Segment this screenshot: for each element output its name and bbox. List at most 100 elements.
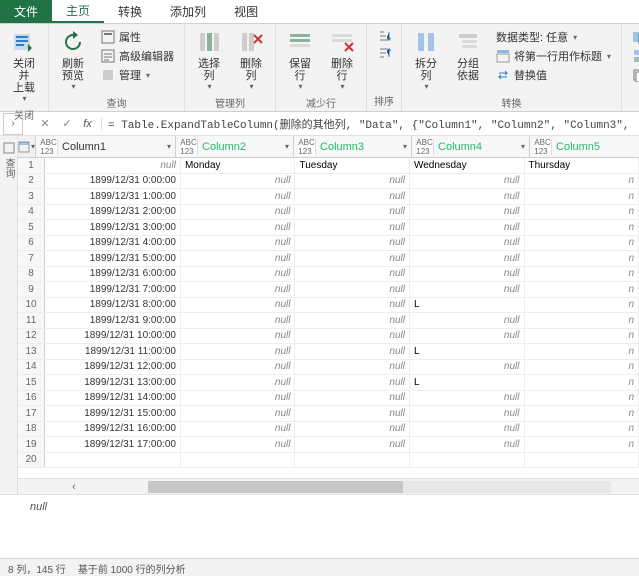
grid-cell[interactable]: n	[525, 282, 639, 297]
table-row[interactable]: 61899/12/31 4:00:00nullnullnulln	[18, 236, 639, 252]
choose-columns-button[interactable]: 选择列▾	[189, 26, 229, 93]
grid-cell[interactable]	[181, 453, 296, 468]
grid-cell[interactable]: null	[181, 422, 296, 437]
table-row[interactable]: 161899/12/31 14:00:00nullnullnulln	[18, 391, 639, 407]
row-number[interactable]: 13	[18, 344, 45, 359]
grid-cell[interactable]: null	[410, 189, 525, 204]
grid-cell[interactable]: L	[410, 375, 525, 390]
column-header-column3[interactable]: ABC123Column3▾	[294, 136, 412, 157]
keep-rows-button[interactable]: 保留行▾	[280, 26, 320, 93]
formula-commit-button[interactable]: ✓	[56, 117, 78, 130]
column-header-column5[interactable]: ABC123Column5▾	[530, 136, 639, 157]
grid-cell[interactable]: 1899/12/31 15:00:00	[45, 406, 181, 421]
grid-cell[interactable]: null	[181, 251, 296, 266]
queries-side-panel[interactable]: 查询	[0, 136, 18, 494]
grid-cell[interactable]: null	[295, 313, 410, 328]
scroll-track[interactable]	[148, 481, 611, 493]
formula-cancel-button[interactable]: ✕	[34, 117, 56, 130]
grid-cell[interactable]: null	[295, 422, 410, 437]
grid-cell[interactable]: null	[181, 189, 296, 204]
grid-cell[interactable]: null	[410, 251, 525, 266]
grid-cell[interactable]: null	[181, 220, 296, 235]
row-number[interactable]: 4	[18, 205, 45, 220]
tab-home[interactable]: 主页	[52, 0, 104, 23]
combine-files-button[interactable]: 合并文件	[628, 66, 639, 84]
grid-cell[interactable]: null	[410, 422, 525, 437]
grid-cell[interactable]: null	[181, 329, 296, 344]
grid-cell[interactable]: n	[525, 391, 639, 406]
row-number[interactable]: 11	[18, 313, 45, 328]
table-row[interactable]: 181899/12/31 16:00:00nullnullnulln	[18, 422, 639, 438]
column-header-column2[interactable]: ABC123Column2▾	[176, 136, 294, 157]
row-number[interactable]: 9	[18, 282, 45, 297]
tab-transform[interactable]: 转换	[104, 0, 156, 23]
grid-cell[interactable]: n	[525, 174, 639, 189]
grid-cell[interactable]: 1899/12/31 6:00:00	[45, 267, 181, 282]
grid-body[interactable]: 1nullMondayTuesdayWednesdayThursday21899…	[18, 158, 639, 478]
grid-cell[interactable]: null	[410, 220, 525, 235]
append-queries-button[interactable]: 追加查询▾	[628, 47, 639, 65]
grid-cell[interactable]: null	[181, 344, 296, 359]
grid-cell[interactable]: Monday	[181, 158, 296, 173]
grid-cell[interactable]: 1899/12/31 16:00:00	[45, 422, 181, 437]
queries-pane-toggle[interactable]: ›	[3, 113, 23, 135]
row-number[interactable]: 20	[18, 453, 45, 468]
grid-cell[interactable]: n	[525, 236, 639, 251]
grid-cell[interactable]: n	[525, 360, 639, 375]
table-row[interactable]: 21899/12/31 0:00:00nullnullnulln	[18, 174, 639, 190]
split-column-button[interactable]: 拆分列▾	[406, 26, 446, 93]
manage-button[interactable]: 管理▾	[97, 66, 178, 84]
table-row[interactable]: 171899/12/31 15:00:00nullnullnulln	[18, 406, 639, 422]
grid-cell[interactable]: n	[525, 298, 639, 313]
row-number[interactable]: 2	[18, 174, 45, 189]
tab-view[interactable]: 视图	[220, 0, 272, 23]
grid-cell[interactable]: n	[525, 437, 639, 452]
row-number[interactable]: 16	[18, 391, 45, 406]
sort-desc-button[interactable]	[373, 45, 395, 61]
grid-cell[interactable]: n	[525, 344, 639, 359]
scroll-left-button[interactable]: ‹	[66, 481, 82, 493]
grid-cell[interactable]: null	[295, 282, 410, 297]
table-row[interactable]: 31899/12/31 1:00:00nullnullnulln	[18, 189, 639, 205]
merge-queries-button[interactable]: 合并查询▾	[628, 28, 639, 46]
row-number[interactable]: 15	[18, 375, 45, 390]
grid-cell[interactable]: null	[410, 282, 525, 297]
data-type-button[interactable]: 数据类型: 任意▾	[492, 28, 615, 46]
table-row[interactable]: 151899/12/31 13:00:00nullnullLn	[18, 375, 639, 391]
type-any-icon[interactable]: ABC123	[40, 139, 58, 155]
remove-rows-button[interactable]: 删除行▾	[322, 26, 362, 93]
grid-cell[interactable]: n	[525, 406, 639, 421]
grid-cell[interactable]: n	[525, 189, 639, 204]
grid-cell[interactable]: 1899/12/31 1:00:00	[45, 189, 181, 204]
type-any-icon[interactable]: ABC123	[534, 139, 552, 155]
grid-cell[interactable]	[525, 453, 639, 468]
table-row[interactable]: 71899/12/31 5:00:00nullnullnulln	[18, 251, 639, 267]
grid-cell[interactable]: null	[410, 437, 525, 452]
table-row[interactable]: 41899/12/31 2:00:00nullnullnulln	[18, 205, 639, 221]
grid-cell[interactable]: null	[181, 406, 296, 421]
grid-cell[interactable]: null	[45, 158, 181, 173]
grid-cell[interactable]: null	[295, 205, 410, 220]
properties-button[interactable]: 属性	[97, 28, 178, 46]
grid-cell[interactable]: null	[410, 313, 525, 328]
grid-cell[interactable]: n	[525, 422, 639, 437]
table-row[interactable]: 91899/12/31 7:00:00nullnullnulln	[18, 282, 639, 298]
column-filter-button[interactable]: ▾	[521, 142, 525, 151]
row-number[interactable]: 8	[18, 267, 45, 282]
grid-cell[interactable]: null	[295, 251, 410, 266]
grid-cell[interactable]: 1899/12/31 13:00:00	[45, 375, 181, 390]
type-any-icon[interactable]: ABC123	[180, 139, 198, 155]
row-number[interactable]: 14	[18, 360, 45, 375]
column-header-column4[interactable]: ABC123Column4▾	[412, 136, 530, 157]
grid-cell[interactable]: null	[295, 406, 410, 421]
row-number[interactable]: 17	[18, 406, 45, 421]
scroll-thumb[interactable]	[148, 481, 403, 493]
table-row[interactable]: 121899/12/31 10:00:00nullnullnulln	[18, 329, 639, 345]
row-number[interactable]: 19	[18, 437, 45, 452]
row-number[interactable]: 18	[18, 422, 45, 437]
row-number[interactable]: 6	[18, 236, 45, 251]
table-row[interactable]: 51899/12/31 3:00:00nullnullnulln	[18, 220, 639, 236]
grid-cell[interactable]: null	[295, 174, 410, 189]
grid-cell[interactable]: null	[410, 329, 525, 344]
column-filter-button[interactable]: ▾	[167, 142, 171, 151]
